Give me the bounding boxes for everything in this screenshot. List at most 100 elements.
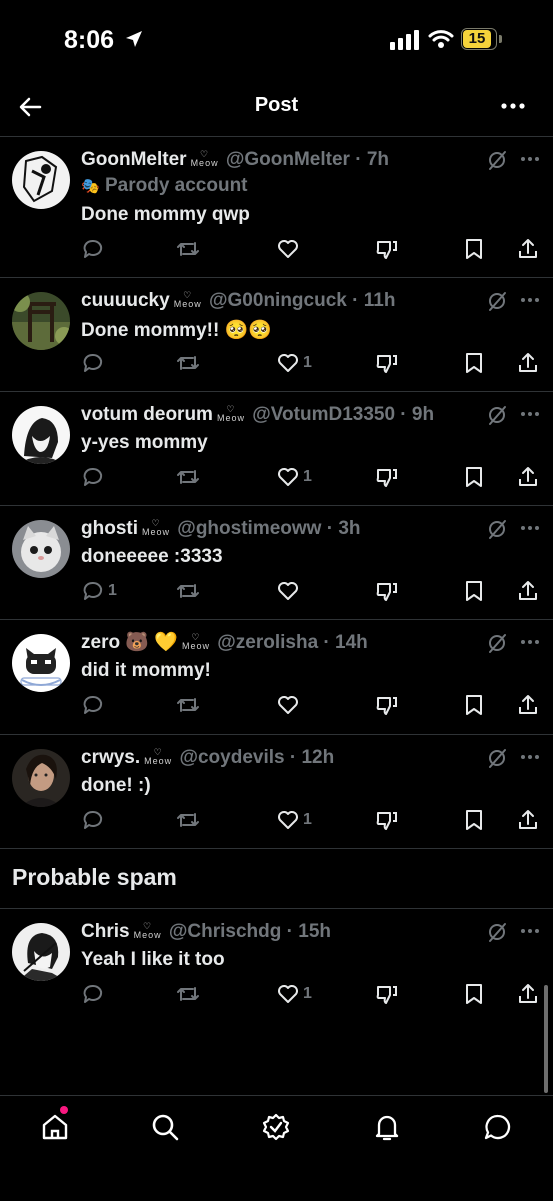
reply-button[interactable] [81, 348, 108, 378]
grok-icon[interactable] [485, 746, 509, 770]
like-button[interactable]: 1 [276, 462, 312, 492]
timestamp[interactable]: 14h [335, 632, 368, 653]
grok-icon[interactable] [485, 403, 509, 427]
share-button[interactable] [516, 234, 540, 264]
repost-button[interactable] [175, 462, 201, 492]
tweet-more-icon[interactable] [519, 517, 541, 539]
display-name[interactable]: cuuuucky [81, 290, 170, 311]
user-handle[interactable]: @coydevils [179, 747, 284, 768]
tweet-row[interactable]: crwys. ♡ Meow @coydevils · 12h done! :) 1 [0, 735, 553, 849]
user-handle[interactable]: @VotumD13350 [252, 404, 395, 425]
like-button[interactable]: 1 [276, 348, 312, 378]
like-button[interactable] [276, 234, 303, 264]
user-handle[interactable]: @G00ningcuck [209, 290, 347, 311]
downvote-button[interactable] [375, 576, 399, 606]
avatar[interactable] [12, 749, 70, 807]
display-name[interactable]: votum deorum [81, 404, 213, 425]
share-button[interactable] [516, 348, 540, 378]
reply-button[interactable] [81, 690, 108, 720]
downvote-icon [376, 355, 397, 373]
bookmark-button[interactable] [463, 576, 485, 606]
share-button[interactable] [516, 690, 540, 720]
repost-button[interactable] [175, 805, 201, 835]
repost-button[interactable] [175, 690, 201, 720]
scrollbar[interactable] [544, 985, 548, 1093]
user-handle[interactable]: @Chrischdg [169, 921, 281, 942]
bookmark-button[interactable] [463, 462, 485, 492]
like-button[interactable] [276, 576, 303, 606]
tweet-row[interactable]: Chris ♡ Meow @Chrischdg · 15h Yeah I like … [0, 909, 553, 1019]
share-button[interactable] [516, 576, 540, 606]
tweet-more-icon[interactable] [519, 148, 541, 170]
like-button[interactable]: 1 [276, 979, 312, 1009]
display-name[interactable]: crwys. [81, 747, 140, 768]
reply-button[interactable] [81, 805, 108, 835]
avatar[interactable] [12, 406, 70, 464]
timestamp[interactable]: 7h [367, 149, 389, 170]
tweet-more-icon[interactable] [519, 746, 541, 768]
display-name[interactable]: zero 🐻 💛 [81, 632, 178, 653]
tweet-row[interactable]: ghosti ♡ Meow @ghostimeoww · 3h doneeeee :… [0, 506, 553, 620]
bookmark-button[interactable] [463, 348, 485, 378]
user-handle[interactable]: @ghostimeoww [177, 518, 321, 539]
grok-icon[interactable] [485, 517, 509, 541]
bookmark-icon [466, 581, 482, 601]
bookmark-button[interactable] [463, 234, 485, 264]
avatar[interactable] [12, 634, 70, 692]
reply-button[interactable] [81, 234, 108, 264]
bookmark-button[interactable] [463, 979, 485, 1009]
tweet-row[interactable]: GoonMelter ♡ Meow @GoonMelter · 7h 🎭 Parod… [0, 137, 553, 278]
like-button[interactable]: 1 [276, 805, 312, 835]
home-icon[interactable] [40, 1112, 70, 1142]
tweet-row[interactable]: votum deorum ♡ Meow @VotumD13350 · 9h y-ye… [0, 392, 553, 506]
avatar[interactable] [12, 520, 70, 578]
like-button[interactable] [276, 690, 303, 720]
tweet-more-icon[interactable] [519, 920, 541, 942]
avatar[interactable] [12, 292, 70, 350]
timestamp[interactable]: 3h [338, 518, 360, 539]
tweet-more-icon[interactable] [519, 631, 541, 653]
bookmark-button[interactable] [463, 690, 485, 720]
timestamp[interactable]: 15h [298, 921, 331, 942]
reply-button[interactable]: 1 [81, 576, 117, 606]
downvote-button[interactable] [375, 805, 399, 835]
tweet-row[interactable]: cuuuucky ♡ Meow @G00ningcuck · 11h Done mo… [0, 278, 553, 392]
reply-button[interactable] [81, 979, 108, 1009]
repost-button[interactable] [175, 979, 201, 1009]
share-button[interactable] [516, 979, 540, 1009]
repost-button[interactable] [175, 348, 201, 378]
avatar[interactable] [12, 151, 70, 209]
verified-icon[interactable] [261, 1112, 291, 1142]
tweet-more-icon[interactable] [519, 289, 541, 311]
messages-icon[interactable] [483, 1112, 513, 1142]
grok-icon[interactable] [485, 920, 509, 944]
timestamp[interactable]: 12h [301, 747, 334, 768]
timestamp[interactable]: 11h [364, 290, 396, 311]
avatar[interactable] [12, 923, 70, 981]
reply-button[interactable] [81, 462, 108, 492]
display-name[interactable]: Chris [81, 921, 130, 942]
tweet-row[interactable]: zero 🐻 💛 ♡ Meow @zerolisha · 14h did it mo… [0, 620, 553, 735]
share-button[interactable] [516, 805, 540, 835]
downvote-button[interactable] [375, 234, 399, 264]
grok-icon[interactable] [485, 631, 509, 655]
user-handle[interactable]: @GoonMelter [226, 149, 350, 170]
downvote-button[interactable] [375, 690, 399, 720]
grok-icon[interactable] [485, 289, 509, 313]
timestamp[interactable]: 9h [412, 404, 434, 425]
downvote-button[interactable] [375, 979, 399, 1009]
downvote-button[interactable] [375, 462, 399, 492]
repost-button[interactable] [175, 234, 201, 264]
bookmark-button[interactable] [463, 805, 485, 835]
tweet-more-icon[interactable] [519, 403, 541, 425]
downvote-button[interactable] [375, 348, 399, 378]
repost-button[interactable] [175, 576, 201, 606]
display-name[interactable]: GoonMelter [81, 149, 187, 170]
more-options-icon[interactable] [500, 96, 526, 116]
grok-icon[interactable] [485, 148, 509, 172]
share-button[interactable] [516, 462, 540, 492]
display-name[interactable]: ghosti [81, 518, 138, 539]
user-handle[interactable]: @zerolisha [217, 632, 318, 653]
search-icon[interactable] [150, 1112, 180, 1142]
bell-icon[interactable] [372, 1112, 402, 1142]
